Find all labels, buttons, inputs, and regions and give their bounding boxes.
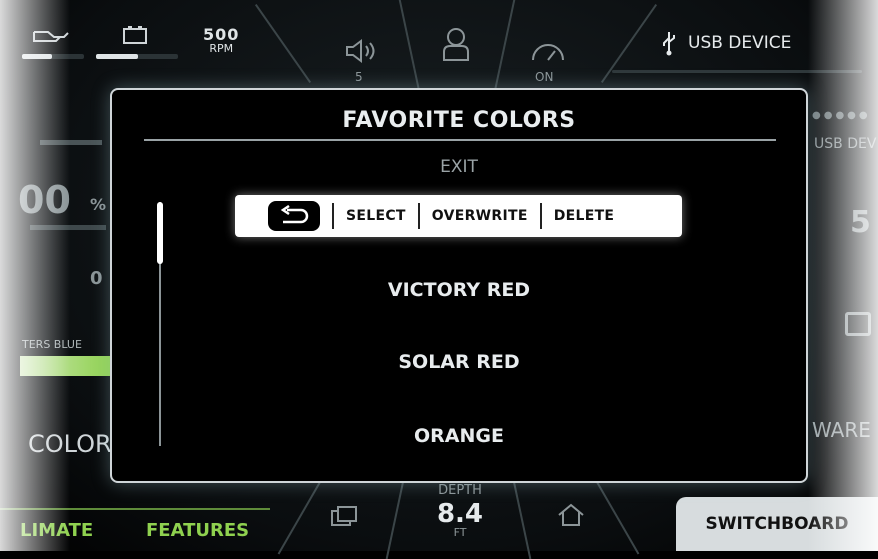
overwrite-action[interactable]: OVERWRITE xyxy=(432,208,528,224)
color-tile-label[interactable]: COLOR xyxy=(28,430,112,458)
usb-icon xyxy=(663,32,675,56)
top-status-bar: 500 RPM 5 ON USB DEVICE xyxy=(0,0,878,91)
delete-action[interactable]: DELETE xyxy=(554,208,615,224)
battery-icon xyxy=(123,26,147,44)
gauge-value: ON xyxy=(535,70,554,84)
oil-can-icon xyxy=(33,31,69,42)
usb-device-label: USB DEVICE xyxy=(688,33,792,53)
usb-device-indicator[interactable]: USB DEVICE xyxy=(660,30,791,56)
top-right-rule xyxy=(612,70,862,73)
oil-level-fill xyxy=(22,54,52,59)
battery-level-fill xyxy=(96,54,138,59)
action-separator xyxy=(417,203,420,229)
divider xyxy=(494,0,516,91)
tab-underline xyxy=(0,508,270,510)
dialog-title: FAVORITE COLORS xyxy=(342,108,576,133)
title-rule xyxy=(144,139,776,141)
color-list-item[interactable]: ORANGE xyxy=(112,425,806,447)
rpm-unit: RPM xyxy=(209,42,234,55)
home-icon[interactable] xyxy=(556,502,586,528)
color-list-item[interactable]: VICTORY RED xyxy=(112,279,806,301)
depth-readout: DEPTH 8.4 FT xyxy=(410,480,510,538)
rpm-value: 500 xyxy=(203,25,240,44)
media-icon[interactable] xyxy=(330,505,360,529)
rpm-readout: 500 RPM xyxy=(203,25,240,56)
switchboard-label: SWITCHBOARD xyxy=(705,514,849,534)
right-tile-dots: ●●●●● xyxy=(812,110,871,121)
left-tile-bar xyxy=(30,225,106,230)
left-tile-glyph: 0 xyxy=(90,268,103,289)
favorite-colors-dialog: FAVORITE COLORS EXIT SELECT OVERWRITE DE… xyxy=(110,88,808,483)
left-tile-bar xyxy=(40,140,102,145)
back-arrow-icon xyxy=(280,205,309,224)
select-action[interactable]: SELECT xyxy=(346,208,406,224)
depth-unit: FT xyxy=(453,526,467,539)
speaker-icon[interactable] xyxy=(343,38,379,64)
exit-button[interactable]: EXIT xyxy=(112,157,806,177)
tab-climate[interactable]: LIMATE xyxy=(20,520,93,541)
divider xyxy=(277,475,325,555)
divider xyxy=(510,470,532,559)
item-action-bar: SELECT OVERWRITE DELETE xyxy=(235,195,682,237)
action-separator xyxy=(539,203,542,229)
tab-features[interactable]: FEATURES xyxy=(146,520,249,541)
back-button[interactable] xyxy=(268,201,320,231)
depth-value: 8.4 xyxy=(436,499,484,529)
switchboard-button[interactable]: SWITCHBOARD xyxy=(676,497,878,551)
profile-icon[interactable] xyxy=(441,26,471,64)
color-swatch xyxy=(20,356,110,376)
divider xyxy=(398,0,420,91)
aware-label[interactable]: WARE xyxy=(812,418,871,442)
right-number: 5 xyxy=(850,205,871,240)
divider xyxy=(592,475,640,555)
divider xyxy=(385,470,407,559)
divider xyxy=(254,4,312,83)
right-usb-label: USB DEV xyxy=(814,136,877,152)
color-list-item[interactable]: SOLAR RED xyxy=(112,351,806,373)
current-color-name: TERS BLUE xyxy=(22,338,82,351)
speedometer-icon[interactable] xyxy=(528,38,568,66)
action-separator xyxy=(332,203,334,229)
scrollbar-thumb[interactable] xyxy=(157,202,163,264)
left-percent-unit: % xyxy=(90,195,107,214)
dashboard-background: 500 RPM 5 ON USB DEVICE 00 % 0 TERS BLUE… xyxy=(0,0,878,559)
right-tile-box xyxy=(845,312,871,336)
left-percent-value: 00 xyxy=(18,178,71,222)
depth-label: DEPTH xyxy=(438,483,482,498)
volume-value: 5 xyxy=(355,70,363,84)
